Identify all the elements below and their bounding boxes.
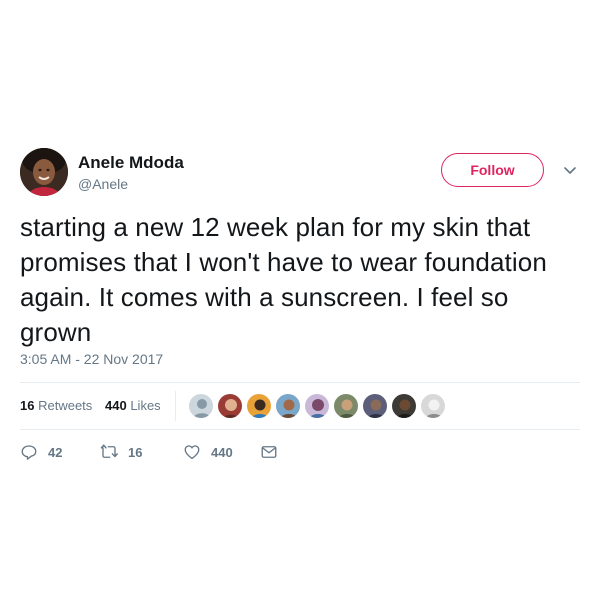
- retweets-stat-label: Retweets: [38, 398, 93, 413]
- tweet-header: Anele Mdoda @Anele Follow: [20, 148, 590, 200]
- engagement-stats: 16 Retweets 440 Likes: [20, 383, 580, 429]
- reply-count: 42: [48, 444, 63, 460]
- retweet-icon: [100, 444, 118, 458]
- likes-stat-count: 440: [105, 398, 127, 413]
- retweet-button[interactable]: 16: [100, 440, 142, 464]
- envelope-icon: [261, 446, 277, 458]
- reply-button[interactable]: 42: [20, 440, 62, 464]
- liker-avatar[interactable]: [333, 393, 359, 419]
- tweet-actions: 42 16 440: [20, 440, 580, 466]
- direct-message-button[interactable]: [260, 440, 278, 464]
- tweet-timestamp[interactable]: 3:05 AM - 22 Nov 2017: [20, 351, 163, 367]
- like-count: 440: [211, 444, 233, 460]
- tweet-text: starting a new 12 week plan for my skin …: [20, 212, 547, 347]
- likes-stat-label: Likes: [130, 398, 161, 413]
- liker-avatar[interactable]: [217, 393, 243, 419]
- follow-button[interactable]: Follow: [441, 153, 544, 187]
- divider-bottom: [20, 429, 580, 430]
- author-handle[interactable]: @Anele: [78, 176, 128, 192]
- chevron-down-icon[interactable]: [562, 162, 578, 178]
- liker-avatar[interactable]: [246, 393, 272, 419]
- avatar-image: [20, 148, 68, 196]
- retweet-count: 16: [128, 444, 143, 460]
- author-name[interactable]: Anele Mdoda: [78, 153, 184, 173]
- heart-icon: [184, 445, 200, 460]
- tweet-card: Anele Mdoda @Anele Follow starting a new…: [0, 0, 600, 600]
- stats-separator: [175, 391, 176, 421]
- reply-icon: [21, 445, 37, 460]
- liker-avatar[interactable]: [188, 393, 214, 419]
- liker-avatar[interactable]: [362, 393, 388, 419]
- follow-button-label: Follow: [470, 162, 515, 178]
- liker-avatar[interactable]: [420, 393, 446, 419]
- retweets-stat[interactable]: 16 Retweets: [20, 398, 92, 413]
- likes-stat[interactable]: 440 Likes: [105, 398, 161, 413]
- liker-avatar[interactable]: [391, 393, 417, 419]
- liker-avatar[interactable]: [304, 393, 330, 419]
- like-button[interactable]: 440: [183, 440, 233, 464]
- liker-avatar[interactable]: [275, 393, 301, 419]
- author-avatar[interactable]: [20, 148, 68, 196]
- retweets-stat-count: 16: [20, 398, 35, 413]
